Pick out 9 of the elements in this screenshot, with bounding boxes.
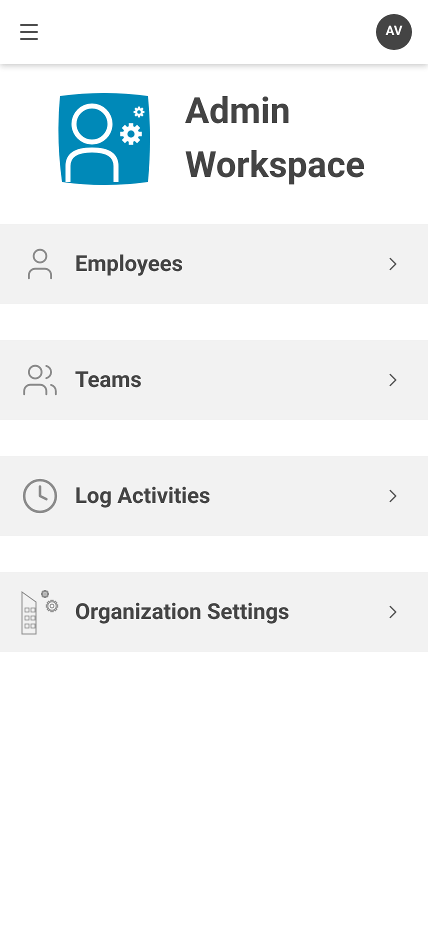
clock-icon bbox=[21, 477, 59, 515]
admin-logo-icon bbox=[56, 90, 152, 186]
menu-row[interactable]: Log Activities bbox=[0, 456, 428, 536]
menu-row[interactable]: Teams bbox=[0, 340, 428, 420]
menu-row[interactable]: Organization Settings bbox=[0, 572, 428, 652]
avatar[interactable]: AV bbox=[376, 14, 412, 50]
page-title: Admin Workspace bbox=[185, 89, 365, 188]
menu-row[interactable]: Employees bbox=[0, 224, 428, 304]
building-gear-icon bbox=[19, 588, 61, 636]
